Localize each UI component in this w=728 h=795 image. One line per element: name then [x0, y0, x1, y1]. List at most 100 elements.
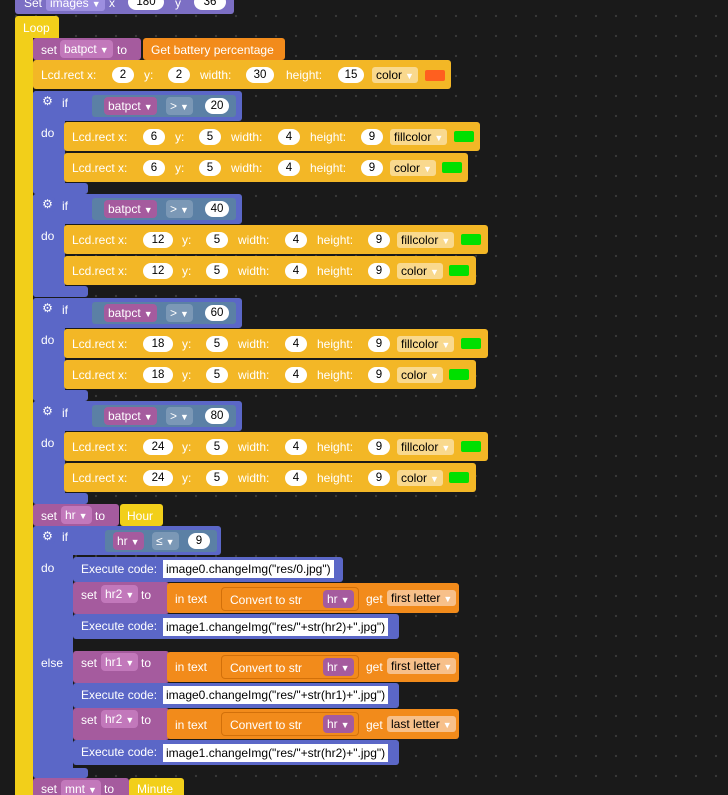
x-input[interactable]: 24: [143, 439, 173, 455]
height-input[interactable]: 9: [368, 336, 390, 352]
y-label: y:: [182, 233, 192, 247]
operator-dropdown[interactable]: ≤ ▼: [152, 532, 179, 550]
y-input[interactable]: 36: [194, 0, 226, 10]
color-swatch-green[interactable]: [449, 265, 469, 276]
width-input[interactable]: 4: [285, 336, 307, 352]
width-input[interactable]: 4: [285, 439, 307, 455]
batpct-dropdown[interactable]: batpct ▼: [104, 97, 157, 115]
color-swatch-green[interactable]: [449, 472, 469, 483]
color-mode-dropdown[interactable]: fillcolor ▼: [397, 439, 455, 455]
code-input[interactable]: image1.changeImg("res/"+str(hr2)+".jpg"): [163, 744, 389, 762]
height-input[interactable]: 9: [361, 160, 383, 176]
y-input[interactable]: 5: [206, 367, 228, 383]
y-input[interactable]: 5: [199, 160, 221, 176]
compare-value-input[interactable]: 80: [205, 408, 229, 424]
x-input[interactable]: 6: [143, 160, 165, 176]
y-input[interactable]: 5: [206, 439, 228, 455]
gear-icon[interactable]: ⚙: [40, 529, 55, 544]
letter-dropdown[interactable]: first letter ▼: [387, 590, 457, 606]
hr1-dropdown[interactable]: hr1 ▼: [101, 653, 139, 671]
compare-value-input[interactable]: 40: [205, 201, 229, 217]
color-mode-dropdown[interactable]: color ▼: [397, 263, 443, 279]
color-swatch-green[interactable]: [461, 441, 481, 452]
color-swatch-green[interactable]: [454, 131, 474, 142]
operator-dropdown[interactable]: > ▼: [166, 304, 193, 322]
width-input[interactable]: 4: [285, 232, 307, 248]
color-mode-dropdown[interactable]: fillcolor ▼: [397, 336, 455, 352]
batpct-dropdown[interactable]: batpct ▼: [60, 40, 113, 58]
hr2-dropdown[interactable]: hr2 ▼: [101, 710, 139, 728]
x-input[interactable]: 180: [128, 0, 164, 10]
operator-dropdown[interactable]: > ▼: [166, 200, 193, 218]
letter-dropdown[interactable]: last letter ▼: [387, 716, 456, 732]
color-swatch-green[interactable]: [461, 234, 481, 245]
width-input[interactable]: 4: [285, 367, 307, 383]
gear-icon[interactable]: ⚙: [40, 404, 55, 419]
gear-icon[interactable]: ⚙: [40, 301, 55, 316]
width-input[interactable]: 30: [246, 67, 274, 83]
height-input[interactable]: 9: [368, 367, 390, 383]
batpct-dropdown[interactable]: batpct ▼: [104, 304, 157, 322]
do-label: do: [41, 436, 55, 450]
x-input[interactable]: 18: [143, 336, 173, 352]
width-label: width:: [238, 471, 270, 485]
compare-value-input[interactable]: 20: [205, 98, 229, 114]
batpct-dropdown[interactable]: batpct ▼: [104, 200, 157, 218]
images-dropdown[interactable]: images ▼: [46, 0, 105, 11]
height-input[interactable]: 9: [368, 470, 390, 486]
operator-dropdown[interactable]: > ▼: [166, 407, 193, 425]
hr-dropdown[interactable]: hr ▼: [323, 590, 354, 608]
letter-dropdown[interactable]: first letter ▼: [387, 658, 457, 674]
code-input[interactable]: image0.changeImg("res/"+str(hr1)+".jpg"): [163, 686, 389, 704]
color-mode-dropdown[interactable]: color ▼: [390, 160, 436, 176]
hr-dropdown[interactable]: hr ▼: [113, 532, 144, 550]
color-mode-dropdown[interactable]: color ▼: [397, 470, 443, 486]
color-mode-dropdown[interactable]: color ▼: [397, 367, 443, 383]
to-label: to: [95, 509, 106, 523]
x-input[interactable]: 12: [143, 232, 173, 248]
hr-dropdown[interactable]: hr ▼: [323, 715, 354, 733]
y-input[interactable]: 5: [206, 470, 228, 486]
y-input[interactable]: 5: [206, 263, 228, 279]
height-input[interactable]: 15: [338, 67, 364, 83]
height-input[interactable]: 9: [361, 129, 383, 145]
compare-value-input[interactable]: 60: [205, 305, 229, 321]
color-mode-dropdown[interactable]: fillcolor ▼: [397, 232, 455, 248]
code-input[interactable]: image0.changeImg("res/0.jpg"): [163, 560, 334, 578]
color-mode-dropdown[interactable]: fillcolor ▼: [390, 129, 448, 145]
color-swatch-green[interactable]: [461, 338, 481, 349]
y-input[interactable]: 5: [206, 336, 228, 352]
height-input[interactable]: 9: [368, 263, 390, 279]
color-swatch-orange[interactable]: [425, 70, 445, 81]
hr2-dropdown[interactable]: hr2 ▼: [101, 585, 139, 603]
y-input[interactable]: 5: [206, 232, 228, 248]
mnt-dropdown[interactable]: mnt ▼: [61, 780, 101, 795]
operator-dropdown[interactable]: > ▼: [166, 97, 193, 115]
color-swatch-green[interactable]: [442, 162, 462, 173]
set-label: set: [41, 782, 58, 795]
gear-icon[interactable]: ⚙: [40, 197, 55, 212]
y-input[interactable]: 2: [168, 67, 190, 83]
width-input[interactable]: 4: [285, 263, 307, 279]
code-input[interactable]: image1.changeImg("res/"+str(hr2)+".jpg"): [163, 618, 389, 636]
color-swatch-green[interactable]: [449, 369, 469, 380]
x-input[interactable]: 18: [143, 367, 173, 383]
width-input[interactable]: 4: [278, 129, 300, 145]
x-input[interactable]: 12: [143, 263, 173, 279]
color-mode-dropdown[interactable]: color ▼: [372, 67, 418, 83]
width-input[interactable]: 4: [285, 470, 307, 486]
chevron-down-icon: ▼: [430, 267, 439, 277]
x-input[interactable]: 6: [143, 129, 165, 145]
x-input[interactable]: 24: [143, 470, 173, 486]
height-input[interactable]: 9: [368, 439, 390, 455]
gear-icon[interactable]: ⚙: [40, 94, 55, 109]
hr-dropdown[interactable]: hr ▼: [61, 506, 92, 524]
width-input[interactable]: 4: [278, 160, 300, 176]
y-input[interactable]: 5: [199, 129, 221, 145]
compare-value-input[interactable]: 9: [188, 533, 210, 549]
x-input[interactable]: 2: [112, 67, 134, 83]
operator-label: >: [170, 202, 178, 216]
height-input[interactable]: 9: [368, 232, 390, 248]
batpct-dropdown[interactable]: batpct ▼: [104, 407, 157, 425]
hr-dropdown[interactable]: hr ▼: [323, 658, 354, 676]
